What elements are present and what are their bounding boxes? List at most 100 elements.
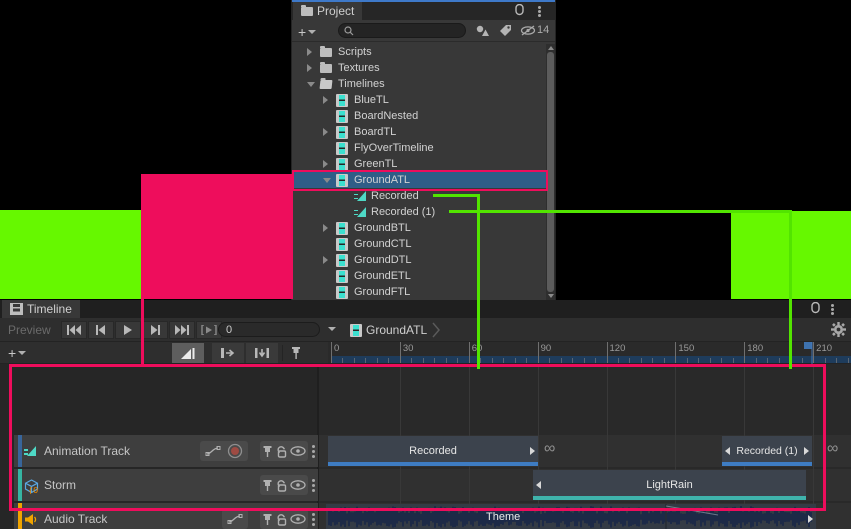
lock-icon[interactable]	[276, 513, 288, 526]
mix-mode-button[interactable]	[172, 343, 204, 363]
kebab-menu-icon[interactable]	[312, 513, 315, 516]
ruler-tick-label: 210	[816, 343, 832, 354]
project-tree-item-bluetl[interactable]: BlueTL	[292, 92, 546, 108]
foldout-collapsed-icon[interactable]	[323, 96, 328, 104]
tree-item-label: Timelines	[338, 78, 385, 90]
ruler-major-tick	[469, 342, 470, 364]
breadcrumb-chevron-icon	[431, 321, 441, 339]
breadcrumb[interactable]: GroundATL	[350, 321, 441, 339]
hidden-object-count: 14	[537, 24, 549, 36]
search-by-type-icon[interactable]	[475, 24, 489, 37]
tree-item-label: Scripts	[338, 46, 372, 58]
kebab-menu-icon[interactable]	[538, 6, 541, 9]
tree-item-label: GroundDTL	[354, 254, 411, 266]
gear-icon[interactable]	[831, 322, 846, 337]
frame-field-dropdown-icon[interactable]	[328, 327, 336, 331]
mix-mode-icon	[180, 347, 196, 360]
tree-item-label: Textures	[338, 62, 380, 74]
go-to-start-button[interactable]	[61, 321, 87, 339]
unlock-icon[interactable]	[514, 4, 525, 17]
hidden-count-eye-slash-icon[interactable]	[520, 25, 536, 36]
annotation-pink-block	[141, 174, 293, 299]
project-search-input[interactable]	[338, 23, 466, 38]
project-toolbar: + 14	[292, 20, 555, 42]
ripple-mode-button[interactable]	[212, 343, 244, 363]
replace-mode-icon	[254, 347, 270, 359]
foldout-expanded-icon[interactable]	[307, 82, 315, 87]
tree-item-label: BlueTL	[354, 94, 389, 106]
timeline-asset-icon	[336, 158, 348, 171]
eye-icon[interactable]	[290, 514, 306, 524]
ruler-major-tick	[331, 342, 332, 364]
replace-mode-button[interactable]	[246, 343, 278, 363]
chevron-down-icon	[18, 351, 26, 355]
folder-icon	[320, 48, 332, 57]
previous-frame-button[interactable]	[88, 321, 114, 339]
current-frame-value: 0	[226, 324, 232, 336]
create-asset-button[interactable]: +	[298, 24, 316, 40]
timeline-asset-icon	[336, 142, 348, 155]
foldout-collapsed-icon[interactable]	[323, 128, 328, 136]
annotation-green-line-recorded1-h	[449, 210, 792, 213]
scrollbar-thumb[interactable]	[547, 52, 554, 292]
project-tree-item-textures[interactable]: Textures	[292, 60, 546, 76]
timeline-tab-label: Timeline	[27, 302, 72, 316]
project-tree-item-groundetl[interactable]: GroundETL	[292, 268, 546, 284]
project-tree-item-groundbtl[interactable]: GroundBTL	[292, 220, 546, 236]
project-tree-item-timelines[interactable]: Timelines	[292, 76, 546, 92]
timeline-asset-icon	[350, 324, 362, 337]
pin-icon[interactable]	[262, 513, 273, 526]
scroll-up-arrow-icon[interactable]	[548, 46, 554, 50]
animation-clip-icon	[354, 207, 366, 218]
project-tree-item-flyovertimeline[interactable]: FlyOverTimeline	[292, 140, 546, 156]
timeline-asset-icon	[336, 110, 348, 123]
project-tree-item-boardnested[interactable]: BoardNested	[292, 108, 546, 124]
unity-editor: Project + 14 ScriptsText	[0, 0, 851, 529]
tab-timeline[interactable]: Timeline	[2, 300, 80, 318]
time-ruler[interactable]: 0306090120150180210	[328, 342, 851, 364]
project-tree-item-scripts[interactable]: Scripts	[292, 44, 546, 60]
current-frame-field[interactable]: 0	[218, 322, 320, 337]
folder-icon	[301, 7, 313, 16]
foldout-collapsed-icon[interactable]	[307, 64, 312, 72]
tab-project[interactable]: Project	[293, 2, 362, 20]
project-tree-item-boardtl[interactable]: BoardTL	[292, 124, 546, 140]
ruler-tick-label: 90	[541, 343, 552, 354]
timeline-asset-icon	[336, 286, 348, 299]
chevron-down-icon	[308, 30, 316, 34]
project-tree-item-groundftl[interactable]: GroundFTL	[292, 284, 546, 300]
ruler-tick-label: 0	[334, 343, 339, 354]
plus-icon: +	[8, 345, 16, 361]
ruler-major-tick	[675, 342, 676, 364]
preview-toggle[interactable]: Preview	[8, 323, 51, 337]
foldout-collapsed-icon[interactable]	[307, 48, 312, 56]
ruler-range-strip	[331, 356, 851, 364]
foldout-collapsed-icon[interactable]	[323, 256, 328, 264]
track-toggle-buttons	[260, 509, 308, 529]
ruler-tick-label: 150	[678, 343, 694, 354]
foldout-collapsed-icon[interactable]	[323, 224, 328, 232]
track-name-label: Audio Track	[44, 512, 107, 526]
add-track-button[interactable]: +	[8, 345, 26, 361]
curves-icon[interactable]	[227, 513, 243, 525]
scroll-down-arrow-icon[interactable]	[548, 294, 554, 298]
search-by-label-icon[interactable]	[499, 24, 512, 37]
tree-item-label: GroundETL	[354, 270, 411, 282]
play-button[interactable]	[115, 321, 141, 339]
project-tab-label: Project	[317, 4, 354, 18]
unlock-icon[interactable]	[810, 302, 821, 315]
project-tree-item-grounddtl[interactable]: GroundDTL	[292, 252, 546, 268]
annotation-green-block-left	[0, 210, 141, 299]
timeline-toolbar: +	[0, 342, 328, 364]
kebab-menu-icon[interactable]	[831, 304, 834, 307]
next-frame-button[interactable]	[142, 321, 168, 339]
track-option-buttons	[222, 509, 248, 529]
annotation-pink-connector	[141, 299, 144, 365]
project-panel: Project + 14 ScriptsText	[291, 0, 556, 300]
go-to-end-button[interactable]	[169, 321, 195, 339]
foldout-collapsed-icon[interactable]	[323, 160, 328, 168]
timeline-asset-icon	[336, 222, 348, 235]
project-tree-item-groundctl[interactable]: GroundCTL	[292, 236, 546, 252]
annotation-tracks-outline	[9, 364, 826, 511]
pin-icon[interactable]	[290, 346, 302, 360]
